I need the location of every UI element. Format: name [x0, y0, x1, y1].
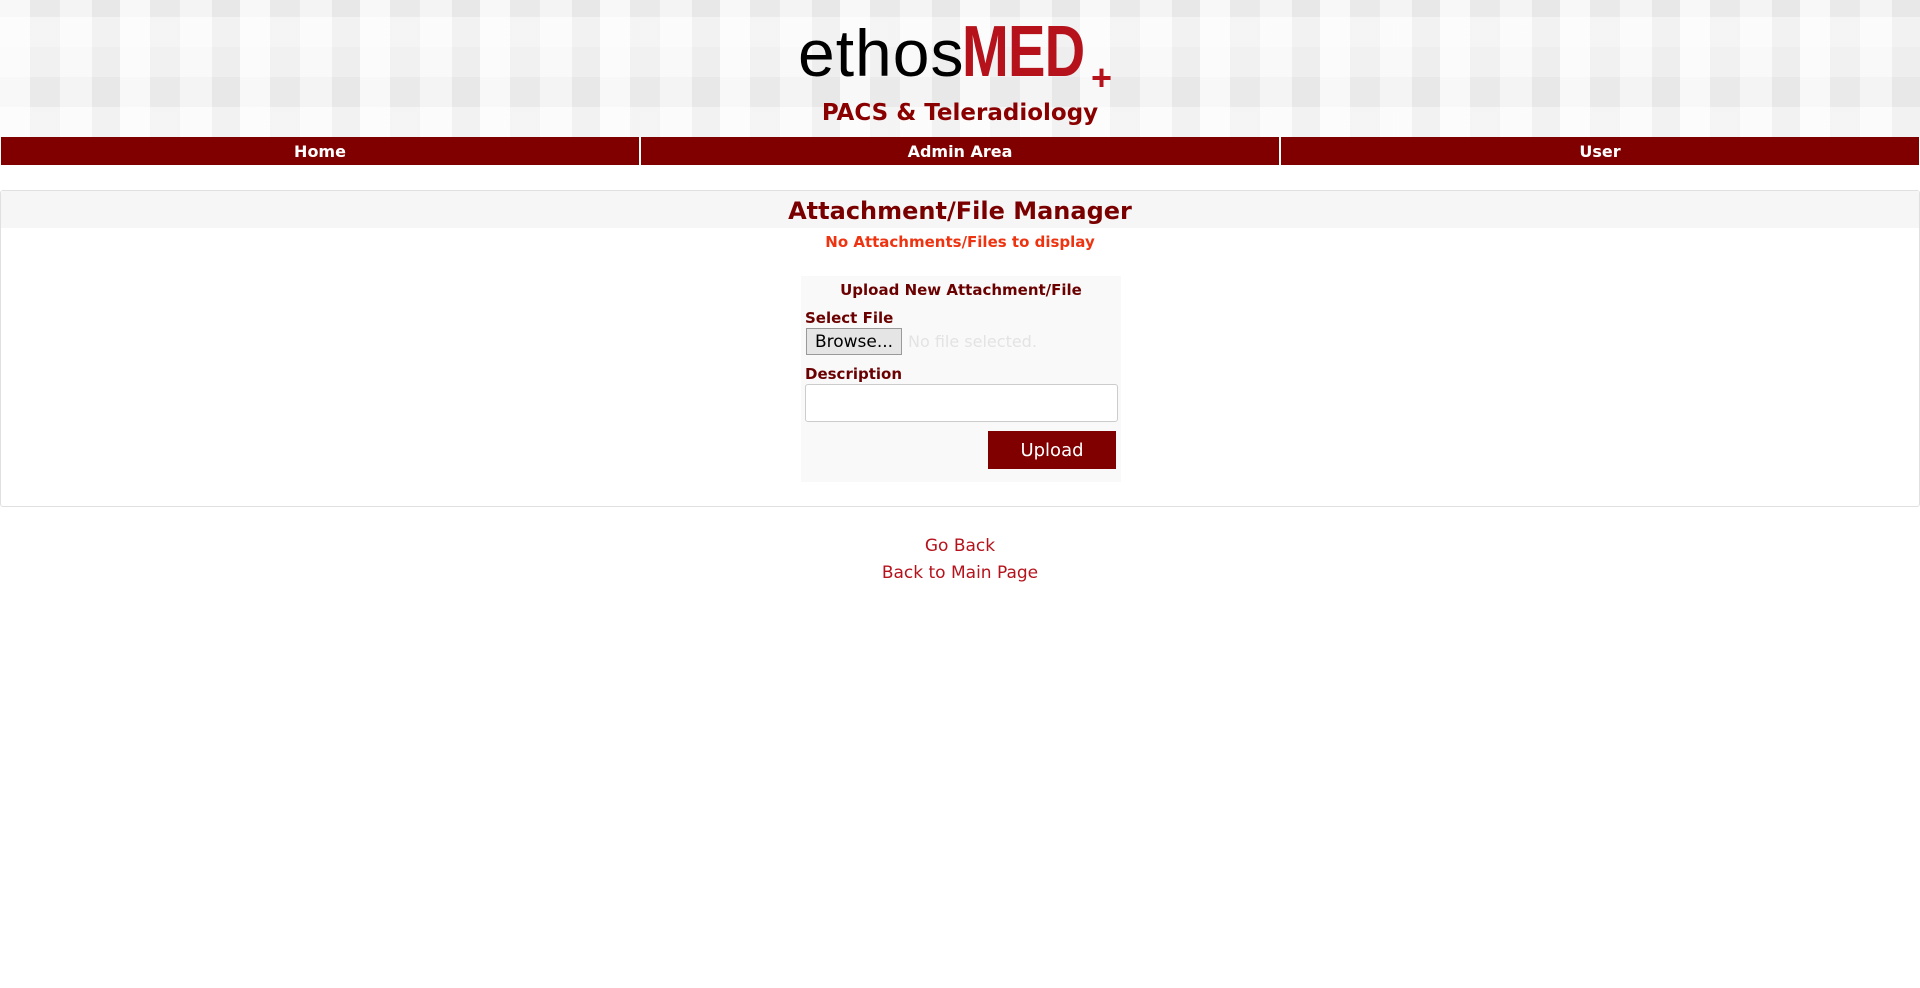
- page-title: Attachment/File Manager: [1, 191, 1919, 228]
- nav-admin-area[interactable]: Admin Area: [640, 137, 1280, 165]
- description-field[interactable]: [805, 384, 1118, 422]
- go-back-link[interactable]: Go Back: [925, 533, 995, 560]
- upload-actions: Upload: [805, 431, 1117, 469]
- logo-wordmark: ethosMED: [798, 16, 1119, 88]
- upload-form-title: Upload New Attachment/File: [840, 281, 1082, 299]
- file-picker: Browse... No file selected.: [805, 328, 1117, 355]
- back-to-main-page-link[interactable]: Back to Main Page: [882, 560, 1038, 587]
- file-manager-panel: Attachment/File Manager No Attachments/F…: [0, 190, 1920, 507]
- footer-links: Go Back Back to Main Page: [0, 533, 1920, 587]
- main-nav: Home Admin Area User: [0, 137, 1920, 165]
- upload-button[interactable]: Upload: [988, 431, 1116, 469]
- select-file-label: Select File: [805, 309, 894, 327]
- description-label: Description: [805, 365, 903, 383]
- site-header: ethosMED + PACS & Teleradiology: [0, 0, 1920, 137]
- browse-button[interactable]: Browse...: [806, 328, 902, 355]
- nav-user[interactable]: User: [1280, 137, 1920, 165]
- ethosmed-logo: ethosMED +: [798, 16, 1122, 98]
- site-subtitle: PACS & Teleradiology: [821, 100, 1099, 126]
- no-file-selected-text: No file selected.: [908, 332, 1037, 351]
- logo-ethos-text: ethos: [798, 16, 965, 90]
- empty-state-message: No Attachments/Files to display: [825, 233, 1095, 251]
- upload-form: Upload New Attachment/File Select File B…: [801, 276, 1121, 482]
- logo-med-text: MED: [962, 12, 1085, 92]
- nav-home[interactable]: Home: [0, 137, 640, 165]
- logo-plus-text: +: [1091, 57, 1113, 98]
